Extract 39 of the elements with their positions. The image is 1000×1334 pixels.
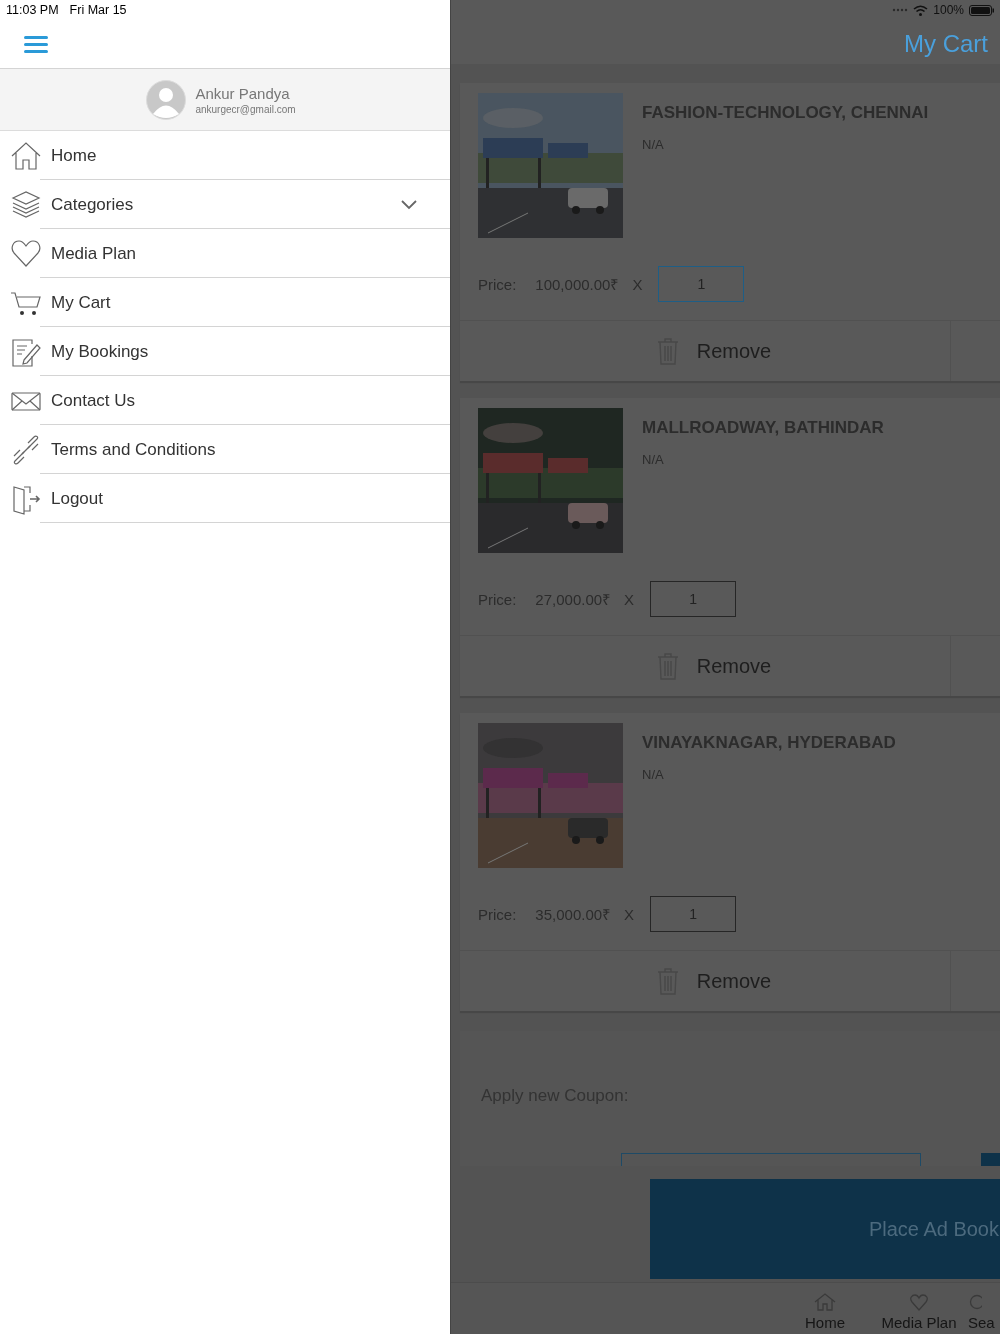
menu-item[interactable]: Logout xyxy=(0,474,450,523)
user-email: ankurgecr@gmail.com xyxy=(195,103,296,115)
place-booking-button[interactable]: Place Ad Book xyxy=(650,1179,1000,1279)
menu-label: Logout xyxy=(51,488,104,509)
menu-item[interactable]: My Cart xyxy=(0,278,450,327)
menu-label: My Cart xyxy=(51,292,112,313)
user-name: Ankur Pandya xyxy=(195,84,291,102)
menu-label: Media Plan xyxy=(51,243,138,264)
home-icon xyxy=(814,1293,836,1311)
remove-button[interactable]: Remove xyxy=(460,951,951,1011)
menu-icon[interactable] xyxy=(24,36,48,53)
menu-label: Categories xyxy=(51,194,135,215)
battery-percent: 100% xyxy=(933,3,964,17)
menu-item[interactable]: Media Plan xyxy=(0,229,450,278)
tab-item[interactable]: Home xyxy=(780,1293,870,1331)
avatar-icon xyxy=(146,79,187,120)
tab-item[interactable]: Sea xyxy=(968,1294,1000,1331)
coupon-field[interactable] xyxy=(621,1153,921,1166)
signal-icon xyxy=(892,8,909,12)
menu-label: Contact Us xyxy=(51,390,137,411)
menu-label: Home xyxy=(51,145,98,166)
page-title: My Cart xyxy=(904,30,988,58)
remove-button[interactable]: Remove xyxy=(460,321,951,381)
menu-item[interactable]: Home xyxy=(0,131,450,180)
status-date: Fri Mar 15 xyxy=(69,3,127,17)
menu-label: My Bookings xyxy=(51,341,150,362)
chevron-down-icon[interactable] xyxy=(401,199,417,210)
battery-icon xyxy=(969,4,994,16)
tab-item[interactable]: Media Plan xyxy=(874,1294,964,1331)
status-time: 11:03 PM xyxy=(6,3,59,17)
wifi-icon xyxy=(913,4,929,16)
menu-item[interactable]: Terms and Conditions xyxy=(0,425,450,474)
menu-item[interactable]: My Bookings xyxy=(0,327,450,376)
quantity-field[interactable]: 1 xyxy=(658,266,745,302)
menu-item[interactable]: Categories xyxy=(0,180,450,229)
heart-icon xyxy=(910,1294,928,1311)
menu-item[interactable]: Contact Us xyxy=(0,376,450,425)
remove-button[interactable]: Remove xyxy=(460,636,951,696)
menu-label: Terms and Conditions xyxy=(51,439,217,460)
